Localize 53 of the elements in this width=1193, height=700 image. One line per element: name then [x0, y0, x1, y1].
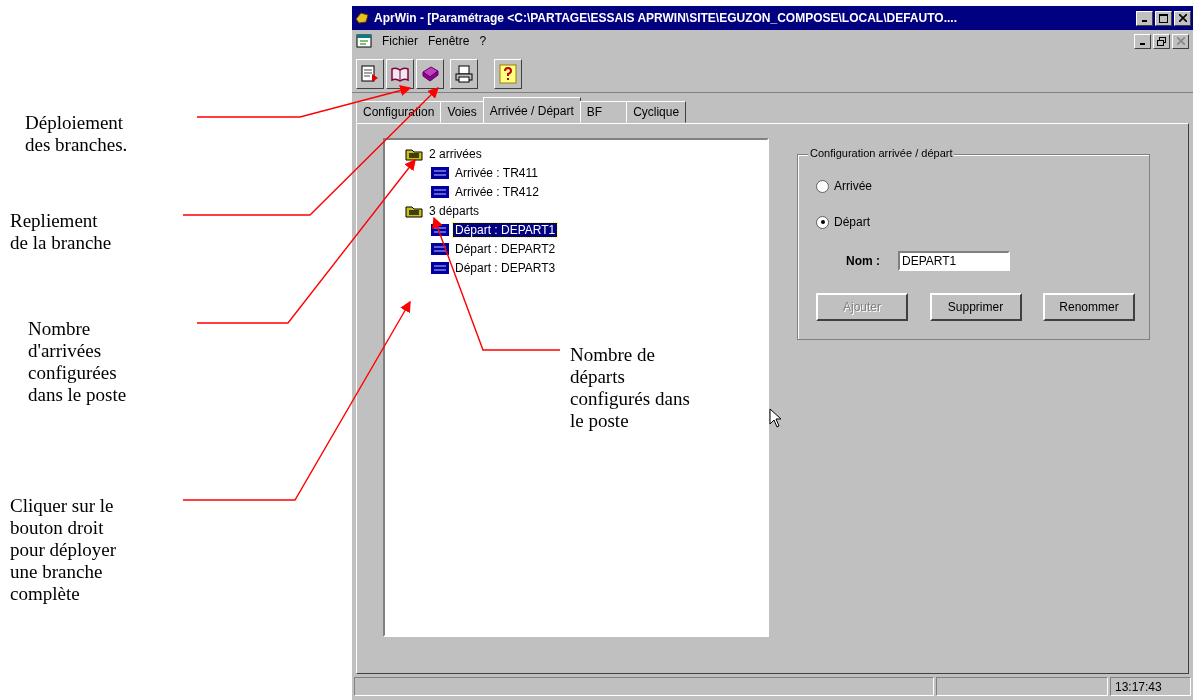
- tag-icon: [431, 185, 449, 198]
- toolbar-button[interactable]: [450, 59, 478, 89]
- maximize-button[interactable]: [1155, 10, 1172, 26]
- toolbar-button[interactable]: [386, 59, 414, 89]
- toolbar-button[interactable]: [416, 59, 444, 89]
- help-icon: [498, 64, 518, 84]
- close-button[interactable]: [1172, 33, 1189, 49]
- document-icon: [356, 33, 372, 49]
- close-button[interactable]: [1174, 10, 1191, 26]
- minimize-button[interactable]: [1136, 10, 1153, 26]
- tab[interactable]: Cyclique: [626, 101, 687, 123]
- tab[interactable]: BF: [579, 101, 628, 123]
- tree-item[interactable]: Arrivée : TR412: [453, 184, 541, 199]
- tree-item[interactable]: Départ : DEPART3: [453, 260, 558, 275]
- folder-icon: [405, 146, 423, 161]
- tree-item[interactable]: Départ : DEPART1: [453, 222, 558, 237]
- close-icon: [1178, 14, 1187, 22]
- tree-item[interactable]: 2 arrivées: [427, 146, 484, 161]
- close-icon: [1176, 37, 1185, 45]
- toolbar-button[interactable]: [494, 59, 522, 89]
- restore-button[interactable]: [1153, 33, 1170, 49]
- menu-item[interactable]: Fenêtre: [428, 34, 470, 48]
- tree-item[interactable]: Arrivée : TR411: [453, 165, 540, 180]
- folder-icon: [405, 203, 423, 218]
- tag-icon: [431, 166, 449, 179]
- radio-button[interactable]: [816, 215, 829, 229]
- group-title: Configuration arrivée / départ: [808, 147, 955, 159]
- action-button[interactable]: Supprimer: [929, 293, 1022, 321]
- tree-item[interactable]: Départ : DEPART2: [453, 241, 558, 256]
- open-book-icon: [390, 64, 410, 84]
- tab[interactable]: Arrivée / Départ: [482, 97, 581, 123]
- minimize-button[interactable]: [1134, 33, 1151, 49]
- tab[interactable]: Voies: [440, 101, 484, 123]
- document-export-icon: [360, 64, 380, 84]
- restore-icon: [1157, 36, 1166, 46]
- action-button[interactable]: Renommer: [1043, 293, 1135, 321]
- window-title: AprWin - [Paramétrage <C:\PARTAGE\ESSAIS APRWIN\SITE\EGUZON_COMPOSE\LOCAL\DEFAUTO....: [374, 11, 958, 25]
- printer-icon: [454, 64, 474, 84]
- tag-icon: [431, 261, 449, 274]
- app-logo-icon: [354, 10, 370, 26]
- tree-item[interactable]: 3 départs: [427, 203, 482, 218]
- menu-item[interactable]: Fichier: [382, 34, 418, 48]
- toolbar-button[interactable]: [356, 59, 384, 89]
- status-clock: 13:17:43: [1110, 677, 1191, 696]
- menu-item[interactable]: ?: [479, 34, 487, 48]
- radio-option[interactable]: Départ: [816, 215, 1135, 229]
- closed-book-icon: [420, 64, 440, 84]
- name-field[interactable]: DEPART1: [898, 251, 1010, 271]
- maximize-icon: [1159, 13, 1168, 23]
- radio-button[interactable]: [816, 179, 829, 193]
- field-label: Nom :: [846, 254, 880, 268]
- tag-icon: [431, 242, 449, 255]
- radio-option[interactable]: Arrivée: [816, 179, 1135, 193]
